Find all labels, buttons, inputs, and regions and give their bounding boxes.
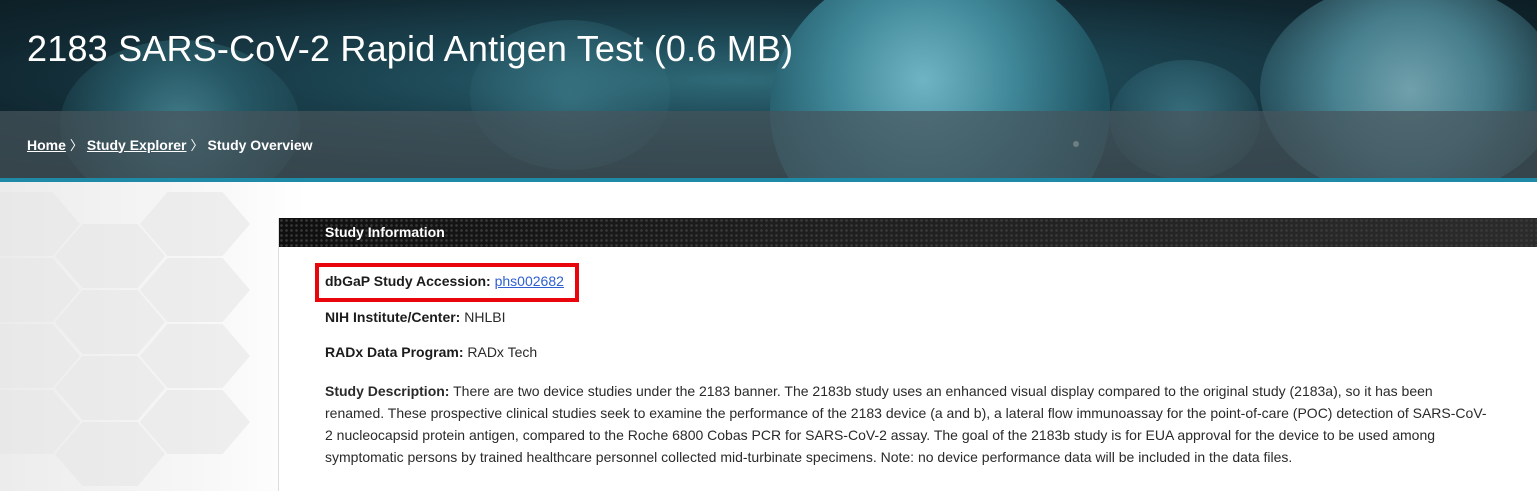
breadcrumb-separator-icon: 〉 bbox=[190, 138, 204, 153]
program-value: RADx Tech bbox=[467, 344, 538, 360]
institute-field: NIH Institute/Center: NHLBI bbox=[325, 309, 505, 325]
accession-label: dbGaP Study Accession: bbox=[325, 273, 491, 289]
institute-label: NIH Institute/Center: bbox=[325, 309, 461, 325]
breadcrumb-study-explorer-link[interactable]: Study Explorer bbox=[87, 137, 187, 153]
breadcrumb-current: Study Overview bbox=[207, 136, 313, 153]
hero-banner: 2183 SARS-CoV-2 Rapid Antigen Test (0.6 … bbox=[0, 0, 1537, 178]
study-description: Study Description: There are two device … bbox=[325, 380, 1487, 468]
description-label: Study Description: bbox=[325, 383, 450, 399]
accession-link[interactable]: phs002682 bbox=[495, 273, 564, 289]
breadcrumb: Home 〉 Study Explorer 〉 Study Overview bbox=[27, 135, 313, 154]
accession-field: dbGaP Study Accession: phs002682 bbox=[325, 273, 564, 289]
page-title: 2183 SARS-CoV-2 Rapid Antigen Test (0.6 … bbox=[27, 28, 794, 69]
page: 2183 SARS-CoV-2 Rapid Antigen Test (0.6 … bbox=[0, 0, 1537, 491]
breadcrumb-home-link[interactable]: Home bbox=[27, 137, 66, 153]
institute-value: NHLBI bbox=[464, 309, 506, 325]
program-label: RADx Data Program: bbox=[325, 344, 464, 360]
breadcrumb-separator-icon: 〉 bbox=[69, 138, 83, 153]
description-text: There are two device studies under the 2… bbox=[325, 383, 1487, 465]
program-field: RADx Data Program: RADx Tech bbox=[325, 344, 537, 360]
study-information-card: Study Information dbGaP Study Accession:… bbox=[278, 218, 1537, 491]
study-information-header: Study Information bbox=[279, 218, 1537, 247]
breadcrumb-bar: Home 〉 Study Explorer 〉 Study Overview bbox=[0, 111, 1537, 178]
